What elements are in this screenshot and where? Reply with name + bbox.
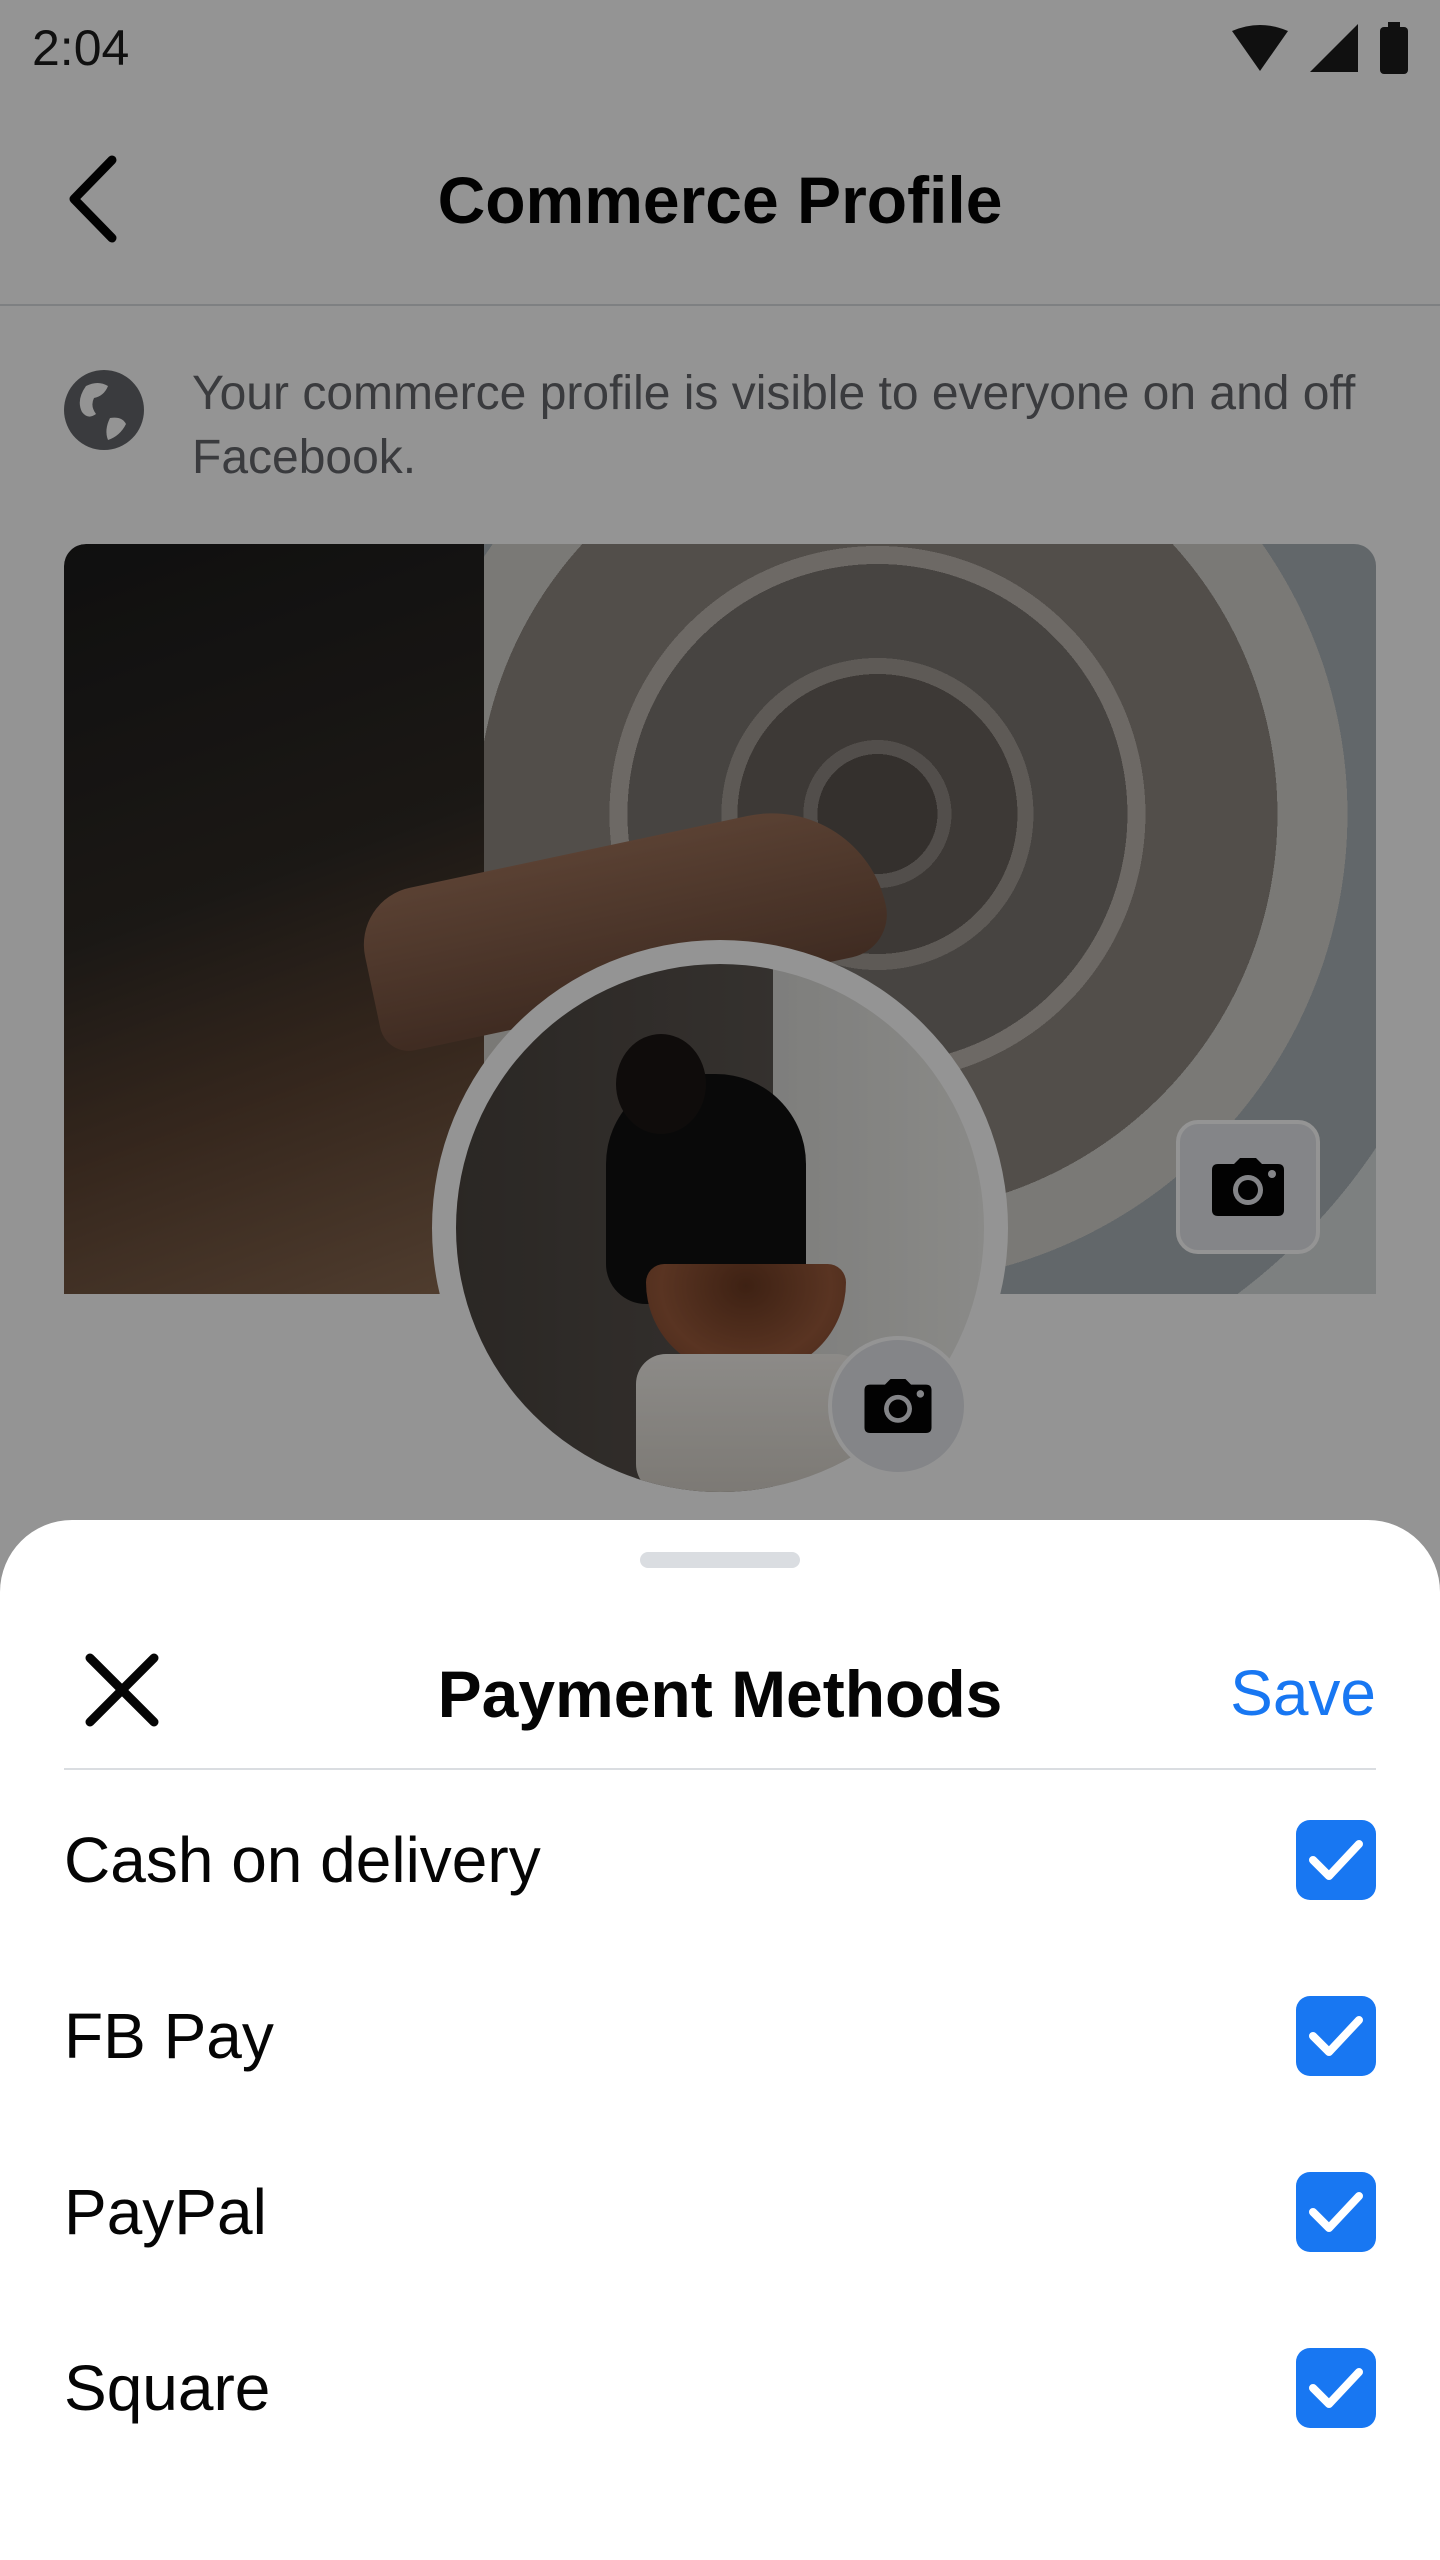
payment-method-label: FB Pay xyxy=(64,2000,274,2072)
checkmark-icon xyxy=(1309,2192,1363,2232)
payment-methods-list: Cash on delivery FB Pay PayPal Square xyxy=(64,1772,1376,2476)
payment-methods-sheet: Payment Methods Save Cash on delivery FB… xyxy=(0,1520,1440,2560)
payment-method-row-paypal[interactable]: PayPal xyxy=(64,2124,1376,2300)
payment-method-checkbox[interactable] xyxy=(1296,2348,1376,2428)
sheet-title: Payment Methods xyxy=(437,1657,1003,1731)
payment-method-row-square[interactable]: Square xyxy=(64,2300,1376,2476)
checkmark-icon xyxy=(1309,1840,1363,1880)
payment-method-checkbox[interactable] xyxy=(1296,1996,1376,2076)
checkmark-icon xyxy=(1309,2016,1363,2056)
payment-method-label: PayPal xyxy=(64,2176,267,2248)
payment-method-row-cash-on-delivery[interactable]: Cash on delivery xyxy=(64,1772,1376,1948)
drag-handle[interactable] xyxy=(640,1552,800,1568)
sheet-header: Payment Methods Save xyxy=(64,1610,1376,1770)
checkmark-icon xyxy=(1309,2368,1363,2408)
payment-method-row-fb-pay[interactable]: FB Pay xyxy=(64,1948,1376,2124)
payment-method-label: Cash on delivery xyxy=(64,1824,541,1896)
payment-method-checkbox[interactable] xyxy=(1296,2172,1376,2252)
payment-method-checkbox[interactable] xyxy=(1296,1820,1376,1900)
save-button[interactable]: Save xyxy=(1230,1656,1376,1730)
payment-method-label: Square xyxy=(64,2352,271,2424)
